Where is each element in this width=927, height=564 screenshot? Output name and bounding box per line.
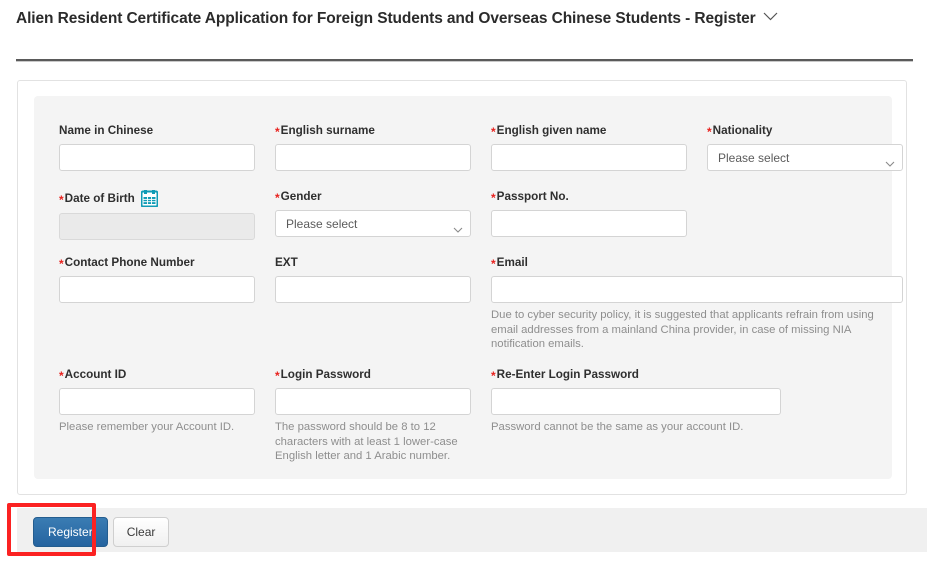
- register-button[interactable]: Register: [33, 517, 108, 547]
- required-asterisk: *: [491, 125, 496, 139]
- footer-button-row: Register Clear: [33, 517, 170, 547]
- label-english-given-name: * English given name: [491, 124, 687, 138]
- label-name-in-chinese: Name in Chinese: [59, 124, 255, 138]
- label-text: Login Password: [280, 368, 371, 381]
- gender-select[interactable]: Please select: [275, 210, 471, 237]
- email-input[interactable]: [491, 276, 903, 303]
- reenter-password-input[interactable]: [491, 388, 781, 415]
- label-text: English surname: [280, 124, 375, 137]
- form-row-4: * Account ID Please remember your Accoun…: [59, 368, 874, 478]
- required-asterisk: *: [275, 125, 280, 139]
- label-text: Email: [496, 256, 528, 269]
- nationality-select-wrap: Please select: [707, 144, 903, 171]
- form-panel: Name in Chinese * English surname * Engl…: [34, 96, 903, 479]
- field-date-of-birth: * Date of Birth: [59, 190, 255, 240]
- field-nationality: * Nationality Please select: [707, 124, 903, 171]
- title-divider: [16, 59, 913, 62]
- required-asterisk: *: [491, 257, 496, 271]
- form-row-1: Name in Chinese * English surname * Engl…: [59, 124, 903, 190]
- field-login-password: * Login Password The password should be …: [275, 368, 471, 464]
- required-asterisk: *: [491, 369, 496, 383]
- required-asterisk: *: [491, 191, 496, 205]
- account-id-hint: Please remember your Account ID.: [59, 421, 235, 433]
- label-reenter-password: * Re-Enter Login Password: [491, 368, 781, 382]
- label-date-of-birth: * Date of Birth: [59, 190, 255, 207]
- label-gender: * Gender: [275, 190, 471, 204]
- label-text: Contact Phone Number: [64, 256, 195, 269]
- label-contact-phone: * Contact Phone Number: [59, 256, 255, 270]
- gender-select-wrap: Please select: [275, 210, 471, 237]
- contact-phone-input[interactable]: [59, 276, 255, 303]
- field-english-given-name: * English given name: [491, 124, 687, 171]
- nationality-select[interactable]: Please select: [707, 144, 903, 171]
- page-root: Alien Resident Certificate Application f…: [0, 0, 927, 564]
- form-footer: Register Clear: [17, 508, 927, 552]
- required-asterisk: *: [59, 369, 64, 383]
- label-login-password: * Login Password: [275, 368, 471, 382]
- label-text: English given name: [496, 124, 607, 137]
- field-gender: * Gender Please select: [275, 190, 471, 237]
- label-text: Re-Enter Login Password: [496, 368, 639, 381]
- english-given-name-input[interactable]: [491, 144, 687, 171]
- label-email: * Email: [491, 256, 903, 270]
- required-asterisk: *: [275, 191, 280, 205]
- required-asterisk: *: [59, 192, 64, 207]
- required-asterisk: *: [275, 369, 280, 383]
- required-asterisk: *: [707, 125, 712, 139]
- label-text: EXT: [275, 256, 298, 269]
- login-password-input[interactable]: [275, 388, 471, 415]
- calendar-icon[interactable]: [140, 190, 158, 207]
- form-row-3: * Contact Phone Number EXT * Email Due t…: [59, 256, 903, 368]
- field-email: * Email Due to cyber security policy, it…: [491, 256, 903, 352]
- label-english-surname: * English surname: [275, 124, 471, 138]
- page-title: Alien Resident Certificate Application f…: [16, 10, 756, 27]
- form-card: Name in Chinese * English surname * Engl…: [17, 80, 907, 495]
- email-hint: Due to cyber security policy, it is sugg…: [491, 309, 874, 350]
- field-reenter-password: * Re-Enter Login Password Password canno…: [491, 368, 781, 435]
- field-english-surname: * English surname: [275, 124, 471, 171]
- passport-no-input[interactable]: [491, 210, 687, 237]
- label-text: Date of Birth: [64, 191, 135, 205]
- registration-form: Name in Chinese * English surname * Engl…: [59, 124, 903, 478]
- login-password-hint: The password should be 8 to 12 character…: [275, 421, 458, 462]
- label-text: Name in Chinese: [59, 124, 154, 137]
- label-text: Account ID: [64, 368, 127, 381]
- label-account-id: * Account ID: [59, 368, 255, 382]
- label-text: Nationality: [712, 124, 773, 137]
- clear-button[interactable]: Clear: [112, 517, 170, 547]
- field-account-id: * Account ID Please remember your Accoun…: [59, 368, 255, 435]
- label-text: Passport No.: [496, 190, 569, 203]
- account-id-input[interactable]: [59, 388, 255, 415]
- label-text: Gender: [280, 190, 322, 203]
- label-ext: EXT: [275, 256, 471, 270]
- label-passport-no: * Passport No.: [491, 190, 687, 204]
- reenter-password-hint: Password cannot be the same as your acco…: [491, 421, 744, 433]
- date-of-birth-input[interactable]: [59, 213, 255, 240]
- field-contact-phone: * Contact Phone Number: [59, 256, 255, 303]
- chevron-down-icon[interactable]: [763, 12, 778, 21]
- english-surname-input[interactable]: [275, 144, 471, 171]
- field-passport-no: * Passport No.: [491, 190, 687, 237]
- label-nationality: * Nationality: [707, 124, 903, 138]
- field-ext: EXT: [275, 256, 471, 303]
- form-row-2: * Date of Birth * Gender Please select *…: [59, 190, 874, 256]
- required-asterisk: *: [59, 257, 64, 271]
- field-name-in-chinese: Name in Chinese: [59, 124, 255, 171]
- page-header: Alien Resident Certificate Application f…: [16, 8, 913, 30]
- ext-input[interactable]: [275, 276, 471, 303]
- name-in-chinese-input[interactable]: [59, 144, 255, 171]
